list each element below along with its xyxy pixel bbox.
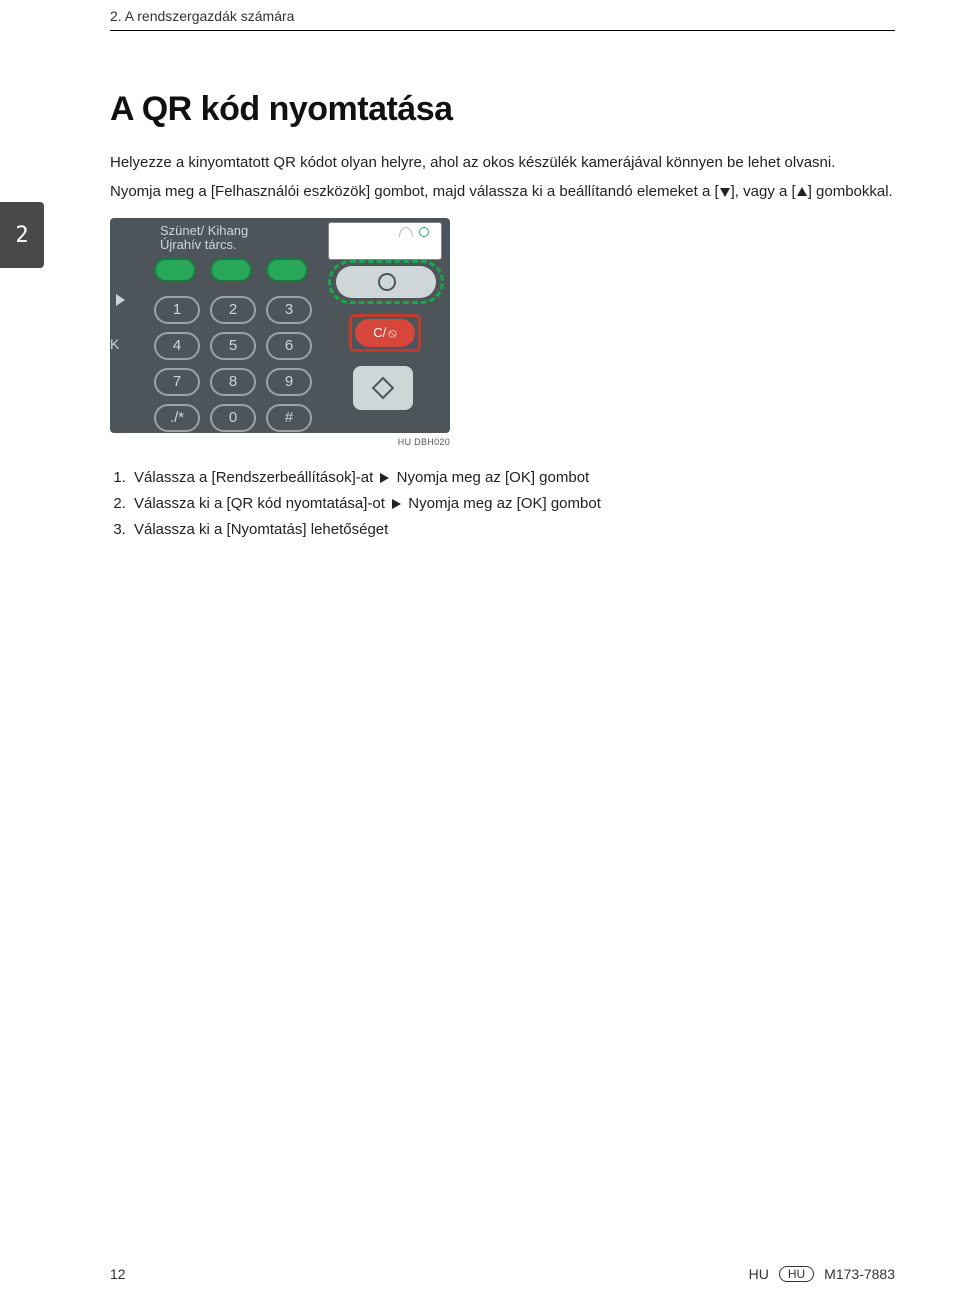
- green-button-1: [154, 258, 196, 282]
- lang-pill: HU: [779, 1266, 814, 1282]
- page-footer: 12 HU HU M173-7883: [110, 1266, 895, 1282]
- step-part-b: Nyomja meg az [OK] gombot: [408, 495, 601, 512]
- up-arrow-icon: [797, 187, 807, 196]
- instruction-paragraph: Nyomja meg a [Felhasználói eszközök] gom…: [110, 180, 895, 203]
- right-arrow-icon: [392, 499, 401, 509]
- page-title: A QR kód nyomtatása: [110, 90, 895, 129]
- keypad-key: 9: [266, 368, 312, 396]
- list-item: Válassza ki a [QR kód nyomtatása]-ot Nyo…: [130, 491, 895, 517]
- keypad-key: 3: [266, 296, 312, 324]
- illustration-caption: HU DBH020: [110, 437, 450, 447]
- keypad-key: 1: [154, 296, 200, 324]
- step-part-a: Válassza ki a [Nyomtatás] lehetőséget: [134, 521, 388, 538]
- step-part-a: Válassza ki a [QR kód nyomtatása]-ot: [134, 495, 385, 512]
- steps-list: Válassza a [Rendszerbeállítások]-at Nyom…: [110, 465, 895, 544]
- keypad-key: 4: [154, 332, 200, 360]
- chapter-tab: 2: [0, 202, 44, 268]
- step-part-a: Válassza a [Rendszerbeállítások]-at: [134, 469, 373, 486]
- start-diamond-icon: [372, 376, 395, 399]
- right-arrow-icon: [380, 473, 389, 483]
- down-arrow-icon: [720, 188, 730, 197]
- keypad-key: 8: [210, 368, 256, 396]
- para2-part2: ], vagy a [: [731, 183, 796, 200]
- intro-paragraph: Helyezze a kinyomtatott QR kódot olyan h…: [110, 151, 895, 174]
- para2-part3: ] gombokkal.: [808, 183, 893, 200]
- header-rule: [110, 30, 895, 31]
- page-number: 12: [110, 1266, 126, 1282]
- doc-code: M173-7883: [824, 1266, 895, 1282]
- keypad-key: #: [266, 404, 312, 432]
- para2-part1: Nyomja meg a [Felhasználói eszközök] gom…: [110, 183, 719, 200]
- lang-code: HU: [749, 1266, 769, 1282]
- device-top-line2: Újrahív tárcs.: [160, 238, 248, 252]
- device-panel-illustration: Szünet/ Kihang Újrahív tárcs. C/⦸ K 1 2 …: [110, 218, 450, 433]
- device-screen: [328, 222, 442, 260]
- start-button: [353, 366, 413, 410]
- ok-edge-label: K: [110, 336, 119, 352]
- keypad-key: 6: [266, 332, 312, 360]
- device-top-line1: Szünet/ Kihang: [160, 224, 248, 238]
- step-part-b: Nyomja meg az [OK] gombot: [397, 469, 590, 486]
- keypad-key: 2: [210, 296, 256, 324]
- list-item: Válassza ki a [Nyomtatás] lehetőséget: [130, 517, 895, 543]
- keypad-key: 0: [210, 404, 256, 432]
- device-top-labels: Szünet/ Kihang Újrahív tárcs.: [160, 224, 248, 253]
- chapter-header: 2. A rendszergazdák számára: [110, 8, 294, 24]
- red-highlight-box: [349, 314, 421, 352]
- highlight-dashed-outline: [328, 260, 444, 304]
- list-item: Válassza a [Rendszerbeállítások]-at Nyom…: [130, 465, 895, 491]
- play-icon: [116, 294, 125, 306]
- keypad-key: 5: [210, 332, 256, 360]
- power-led-icon: [419, 227, 429, 237]
- keypad-key: 7: [154, 368, 200, 396]
- green-button-3: [266, 258, 308, 282]
- signal-icon: [399, 227, 413, 237]
- green-button-2: [210, 258, 252, 282]
- keypad-key: ./*: [154, 404, 200, 432]
